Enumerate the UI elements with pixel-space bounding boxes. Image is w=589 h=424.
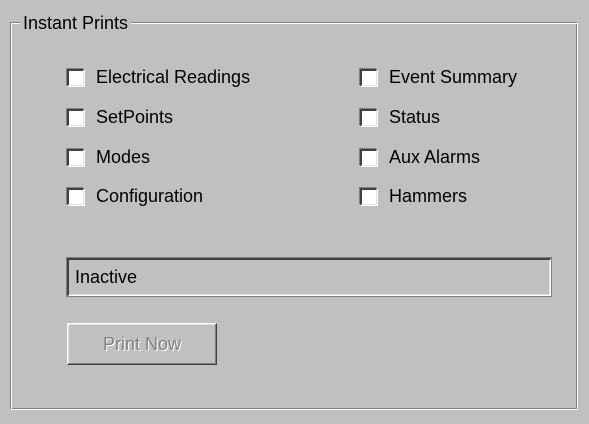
checkbox-label: Modes bbox=[96, 147, 151, 167]
group-title: Instant Prints bbox=[20, 12, 132, 34]
checkbox-box[interactable] bbox=[360, 108, 377, 126]
checkbox-configuration[interactable]: Configuration bbox=[67, 182, 203, 210]
checkbox-box[interactable] bbox=[67, 68, 84, 86]
checkbox-label: Aux Alarms bbox=[389, 147, 481, 167]
print-status-field: Inactive bbox=[67, 258, 551, 296]
checkbox-modes[interactable]: Modes bbox=[67, 143, 150, 171]
checkbox-label: Electrical Readings bbox=[96, 67, 251, 87]
checkbox-label: Event Summary bbox=[389, 67, 518, 87]
checkbox-aux-alarms[interactable]: Aux Alarms bbox=[360, 143, 480, 171]
checkbox-event-summary[interactable]: Event Summary bbox=[360, 63, 517, 91]
checkbox-status[interactable]: Status bbox=[360, 103, 440, 131]
checkbox-box[interactable] bbox=[67, 187, 84, 205]
checkbox-electrical-readings[interactable]: Electrical Readings bbox=[67, 63, 250, 91]
checkbox-label: Configuration bbox=[96, 186, 204, 206]
checkbox-box[interactable] bbox=[360, 68, 377, 86]
checkbox-label: Hammers bbox=[389, 186, 468, 206]
print-now-button[interactable]: Print Now bbox=[67, 323, 217, 365]
checkbox-box[interactable] bbox=[360, 148, 377, 166]
checkbox-label: Status bbox=[389, 107, 441, 127]
checkbox-box[interactable] bbox=[67, 148, 84, 166]
checkbox-hammers[interactable]: Hammers bbox=[360, 182, 467, 210]
checkbox-box[interactable] bbox=[360, 187, 377, 205]
checkbox-box[interactable] bbox=[67, 108, 84, 126]
checkbox-label: SetPoints bbox=[96, 107, 174, 127]
checkbox-setpoints[interactable]: SetPoints bbox=[67, 103, 173, 131]
